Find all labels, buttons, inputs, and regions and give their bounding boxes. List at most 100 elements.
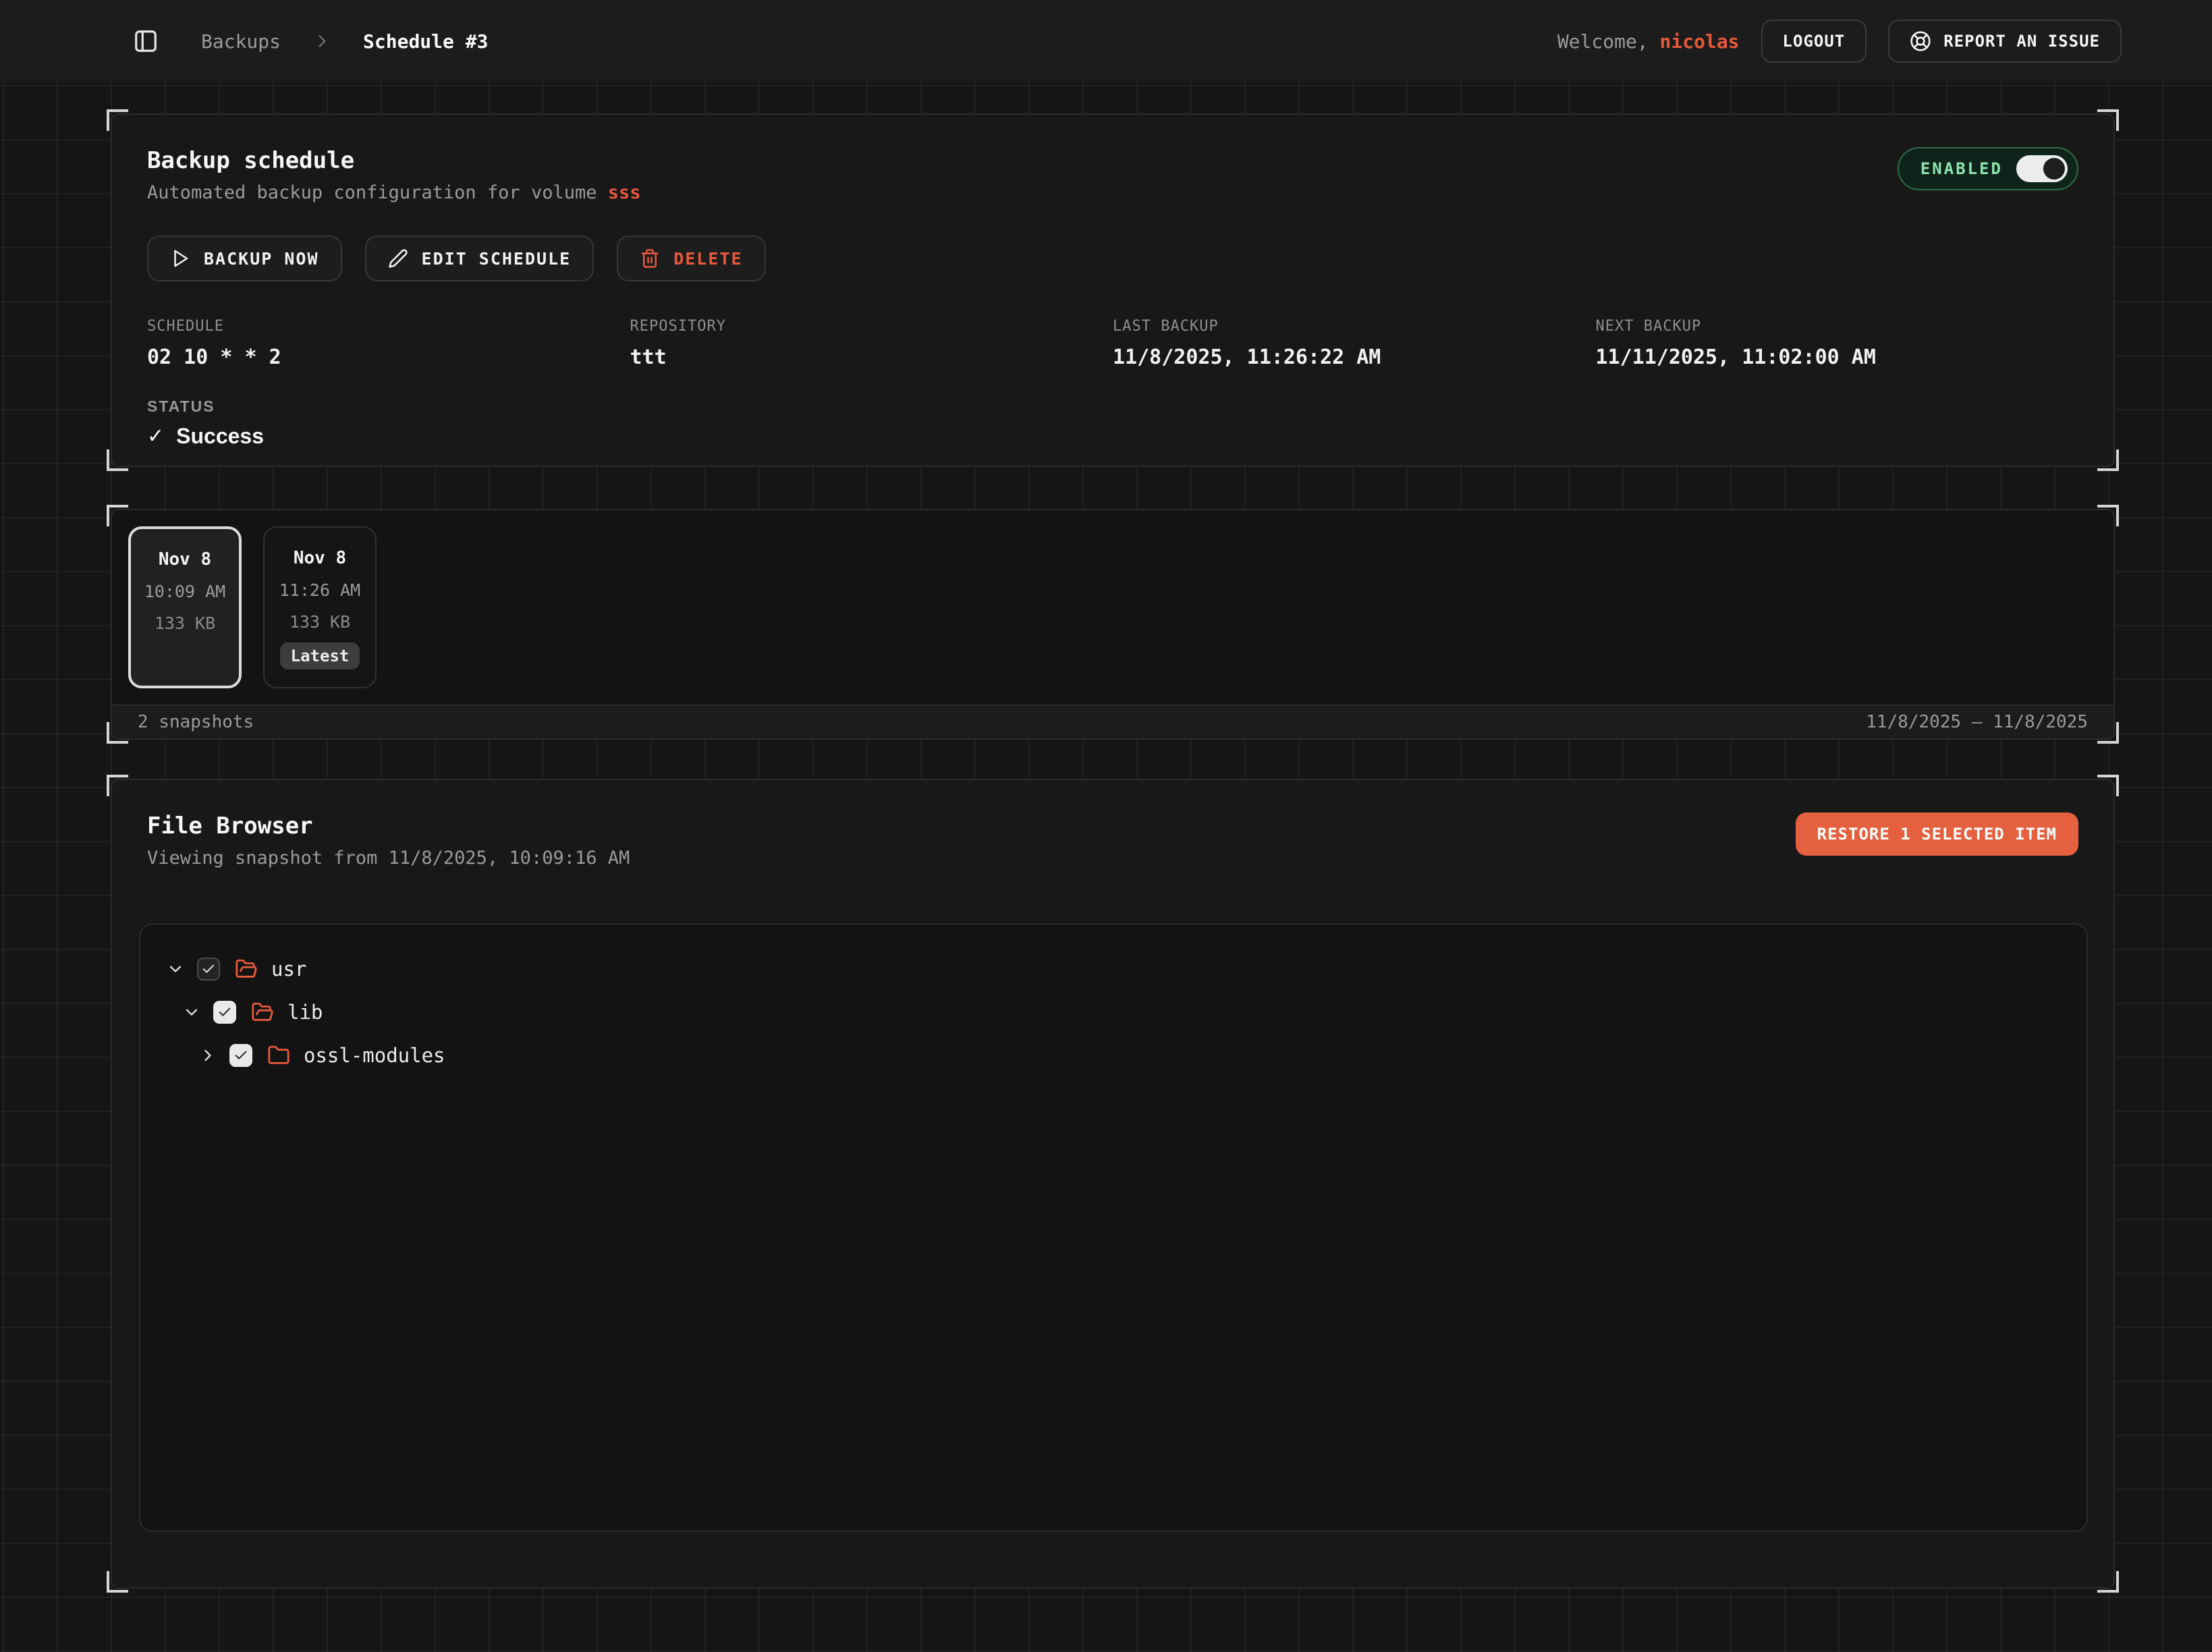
tree-item-name[interactable]: lib [287,1001,323,1024]
delete-label: DELETE [673,249,742,269]
chevron-down-icon[interactable] [166,960,185,979]
snapshots-card: Nov 8 10:09 AM 133 KB Nov 8 11:26 AM 133… [111,509,2115,740]
folder-open-icon [235,958,258,981]
corner-bracket [2097,449,2119,471]
field-value: 02 10 * * 2 [147,346,630,369]
field-label: REPOSITORY [630,318,1113,335]
schedule-actions: BACKUP NOW EDIT SCHEDULE DELETE [147,236,2078,281]
folder-icon [267,1044,290,1067]
file-browser-subtitle: Viewing snapshot from 11/8/2025, 10:09:1… [147,848,2078,869]
field-value: 11/11/2025, 11:02:00 AM [1596,346,2079,369]
field-schedule: SCHEDULE 02 10 * * 2 [147,318,630,369]
panel-left-icon [133,28,159,54]
backup-schedule-card: Backup schedule Automated backup configu… [111,113,2115,467]
tree-item-name[interactable]: usr [271,958,306,981]
snapshot-date: Nov 8 [159,549,211,570]
top-bar: Backups Schedule #3 Welcome, nicolas LOG… [0,0,2212,82]
enabled-label: ENABLED [1920,159,2003,178]
backup-now-label: BACKUP NOW [204,249,319,269]
snapshot-date: Nov 8 [294,548,346,568]
schedule-fields: SCHEDULE 02 10 * * 2 REPOSITORY ttt LAST… [147,318,2078,369]
lifebuoy-icon [1910,30,1931,52]
report-issue-label: REPORT AN ISSUE [1943,32,2100,51]
status-text: Success [176,424,264,449]
folder-open-icon [251,1001,274,1024]
field-next-backup: NEXT BACKUP 11/11/2025, 11:02:00 AM [1596,318,2079,369]
snapshots-section: Nov 8 10:09 AM 133 KB Nov 8 11:26 AM 133… [111,509,2115,740]
schedule-title: Backup schedule [147,147,2078,174]
field-value: 11/8/2025, 11:26:22 AM [1113,346,1596,369]
corner-bracket [107,505,128,526]
corner-bracket [107,109,128,131]
sidebar-toggle-button[interactable] [128,24,163,59]
check-icon: ✓ [147,424,164,448]
snapshot-strip: Nov 8 10:09 AM 133 KB Nov 8 11:26 AM 133… [112,510,2113,705]
file-browser-card: File Browser Viewing snapshot from 11/8/… [111,779,2115,1589]
corner-bracket [2097,722,2119,744]
report-issue-button[interactable]: REPORT AN ISSUE [1888,20,2122,63]
tree-row-usr[interactable]: usr [159,947,2068,991]
toggle-knob [2043,158,2065,180]
field-last-backup: LAST BACKUP 11/8/2025, 11:26:22 AM [1113,318,1596,369]
chevron-down-icon[interactable] [182,1003,201,1022]
checkbox-checked[interactable] [197,958,220,981]
field-value: ttt [630,346,1113,369]
file-tree-panel: usr lib [139,923,2088,1532]
welcome-text: Welcome, nicolas [1557,30,1740,53]
pencil-icon [388,248,408,269]
play-icon [170,248,190,269]
snapshot-card-selected[interactable]: Nov 8 10:09 AM 133 KB [128,526,242,688]
latest-badge: Latest [280,642,360,669]
corner-bracket [107,449,128,471]
snapshot-size: 133 KB [155,613,215,633]
checkbox-checked[interactable] [213,1001,236,1024]
status-value: ✓ Success [147,424,2078,449]
checkbox-checked[interactable] [229,1044,252,1067]
edit-schedule-button[interactable]: EDIT SCHEDULE [365,236,595,281]
corner-bracket [2097,109,2119,131]
app-root: Backups Schedule #3 Welcome, nicolas LOG… [0,0,2212,1652]
schedule-subtitle: Automated backup configuration for volum… [147,182,2078,203]
field-label: NEXT BACKUP [1596,318,2079,335]
chevron-right-icon[interactable] [198,1046,217,1065]
field-label: SCHEDULE [147,318,630,335]
snapshot-time: 10:09 AM [144,582,225,601]
snapshot-size: 133 KB [289,612,350,632]
corner-bracket [2097,505,2119,526]
breadcrumb-section[interactable]: Backups [201,30,281,53]
file-browser-title: File Browser [147,813,2078,839]
breadcrumb-page: Schedule #3 [363,30,488,53]
snapshot-count: 2 snapshots [138,712,254,732]
status-label: STATUS [147,397,2078,416]
edit-schedule-label: EDIT SCHEDULE [422,249,572,269]
snapshots-footer: 2 snapshots 11/8/2025 – 11/8/2025 [112,705,2113,738]
breadcrumb: Backups Schedule #3 [128,24,488,59]
toggle-switch[interactable] [2016,155,2068,182]
snapshot-time: 11:26 AM [279,580,360,600]
corner-bracket [2097,775,2119,796]
snapshot-card[interactable]: Nov 8 11:26 AM 133 KB Latest [263,526,377,688]
enabled-toggle[interactable]: ENABLED [1898,147,2078,190]
field-repository: REPOSITORY ttt [630,318,1113,369]
backup-schedule-section: Backup schedule Automated backup configu… [111,113,2115,467]
corner-bracket [107,1571,128,1593]
tree-row-ossl-modules[interactable]: ossl-modules [159,1034,2068,1077]
logout-button[interactable]: LOGOUT [1761,20,1867,63]
tree-row-lib[interactable]: lib [159,991,2068,1034]
file-browser-section: File Browser Viewing snapshot from 11/8/… [111,779,2115,1589]
delete-button[interactable]: DELETE [617,236,765,281]
backup-now-button[interactable]: BACKUP NOW [147,236,342,281]
trash-icon [640,248,660,269]
corner-bracket [107,775,128,796]
chevron-right-icon [313,32,331,50]
snapshot-date-range: 11/8/2025 – 11/8/2025 [1866,712,2088,732]
corner-bracket [2097,1571,2119,1593]
tree-item-name[interactable]: ossl-modules [304,1044,445,1067]
username: nicolas [1660,30,1740,53]
volume-name: sss [608,182,641,203]
restore-button[interactable]: RESTORE 1 SELECTED ITEM [1796,813,2078,856]
corner-bracket [107,722,128,744]
field-label: LAST BACKUP [1113,318,1596,335]
logout-button-label: LOGOUT [1783,32,1846,51]
status-block: STATUS ✓ Success [147,397,2078,449]
